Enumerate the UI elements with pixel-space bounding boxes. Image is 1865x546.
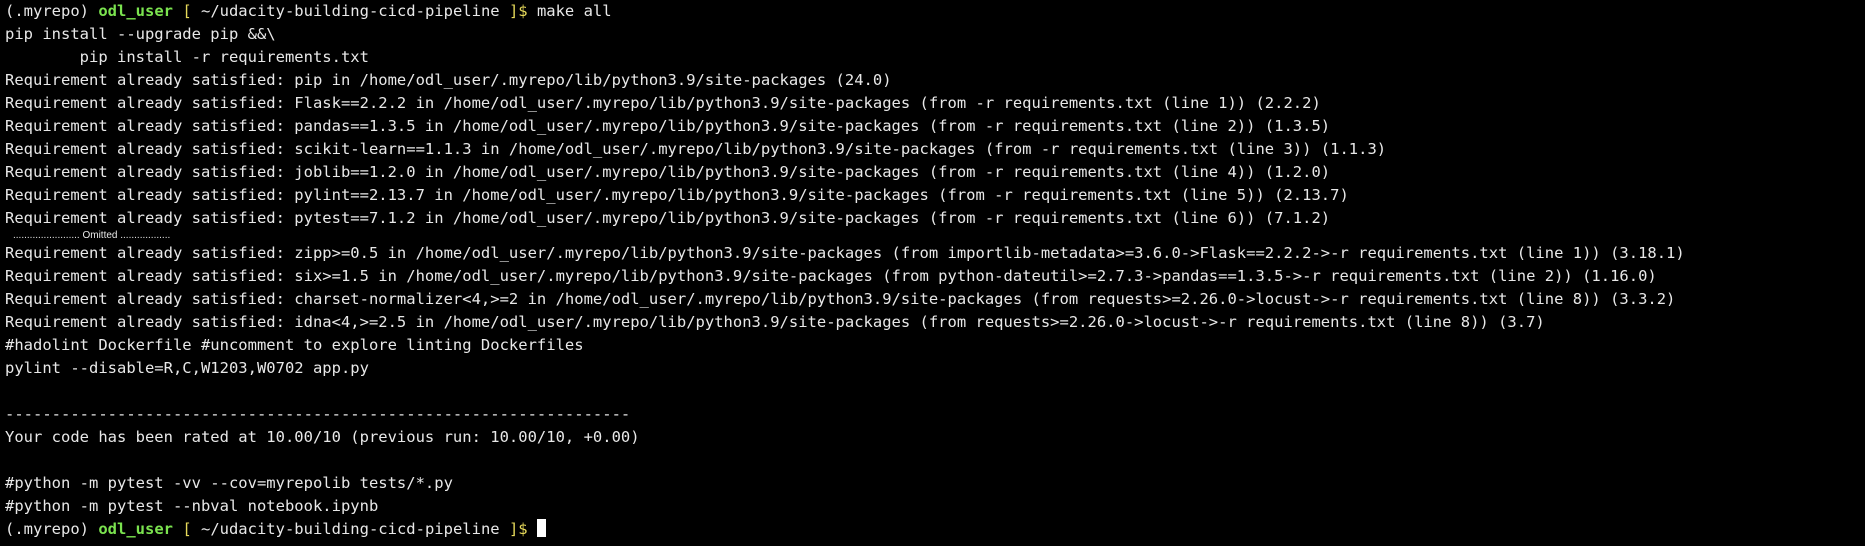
command-text: make all <box>536 2 612 20</box>
prompt-open-bracket: [ <box>172 2 201 20</box>
output-line: #hadolint Dockerfile #uncomment to explo… <box>5 336 584 354</box>
prompt-user: odl_user <box>98 520 173 538</box>
separator-line: ----------------------------------------… <box>5 405 631 423</box>
output-line: Requirement already satisfied: pip in /h… <box>5 71 892 89</box>
prompt-path: ~/udacity-building-cicd-pipeline <box>200 2 500 20</box>
prompt-user: odl_user <box>98 2 173 20</box>
prompt-line: (.myrepo) odl_user [ ~/udacity-building-… <box>5 0 1860 23</box>
output-line: Requirement already satisfied: six>=1.5 … <box>5 267 1657 285</box>
prompt-open-bracket: [ <box>172 520 201 538</box>
omitted-marker: ........................ Omitted .......… <box>13 230 171 241</box>
prompt-close-bracket: ]$ <box>499 520 537 538</box>
output-line: pip install --upgrade pip &&\ <box>5 25 276 43</box>
output-line: Requirement already satisfied: idna<4,>=… <box>5 313 1545 331</box>
output-line: #python -m pytest -vv --cov=myrepolib te… <box>5 474 453 492</box>
output-line: pip install -r requirements.txt <box>5 48 369 66</box>
rating-line: Your code has been rated at 10.00/10 (pr… <box>5 428 640 446</box>
output-line: Requirement already satisfied: joblib==1… <box>5 163 1331 181</box>
output-line: pylint --disable=R,C,W1203,W0702 app.py <box>5 359 369 377</box>
output-line: Requirement already satisfied: Flask==2.… <box>5 94 1321 112</box>
prompt-env: (.myrepo) <box>5 520 99 538</box>
output-line: Requirement already satisfied: pandas==1… <box>5 117 1331 135</box>
output-line: Requirement already satisfied: pytest==7… <box>5 209 1331 227</box>
output-line: Requirement already satisfied: charset-n… <box>5 290 1676 308</box>
prompt-line[interactable]: (.myrepo) odl_user [ ~/udacity-building-… <box>5 518 1860 541</box>
prompt-env: (.myrepo) <box>5 2 99 20</box>
terminal-window[interactable]: (.myrepo) odl_user [ ~/udacity-building-… <box>5 0 1860 546</box>
prompt-close-bracket: ]$ <box>499 2 537 20</box>
output-line: Requirement already satisfied: scikit-le… <box>5 140 1387 158</box>
prompt-path: ~/udacity-building-cicd-pipeline <box>200 520 500 538</box>
output-line: #python -m pytest --nbval notebook.ipynb <box>5 497 379 515</box>
output-line: Requirement already satisfied: pylint==2… <box>5 186 1349 204</box>
output-line: Requirement already satisfied: zipp>=0.5… <box>5 244 1685 262</box>
text-cursor[interactable] <box>536 519 546 537</box>
